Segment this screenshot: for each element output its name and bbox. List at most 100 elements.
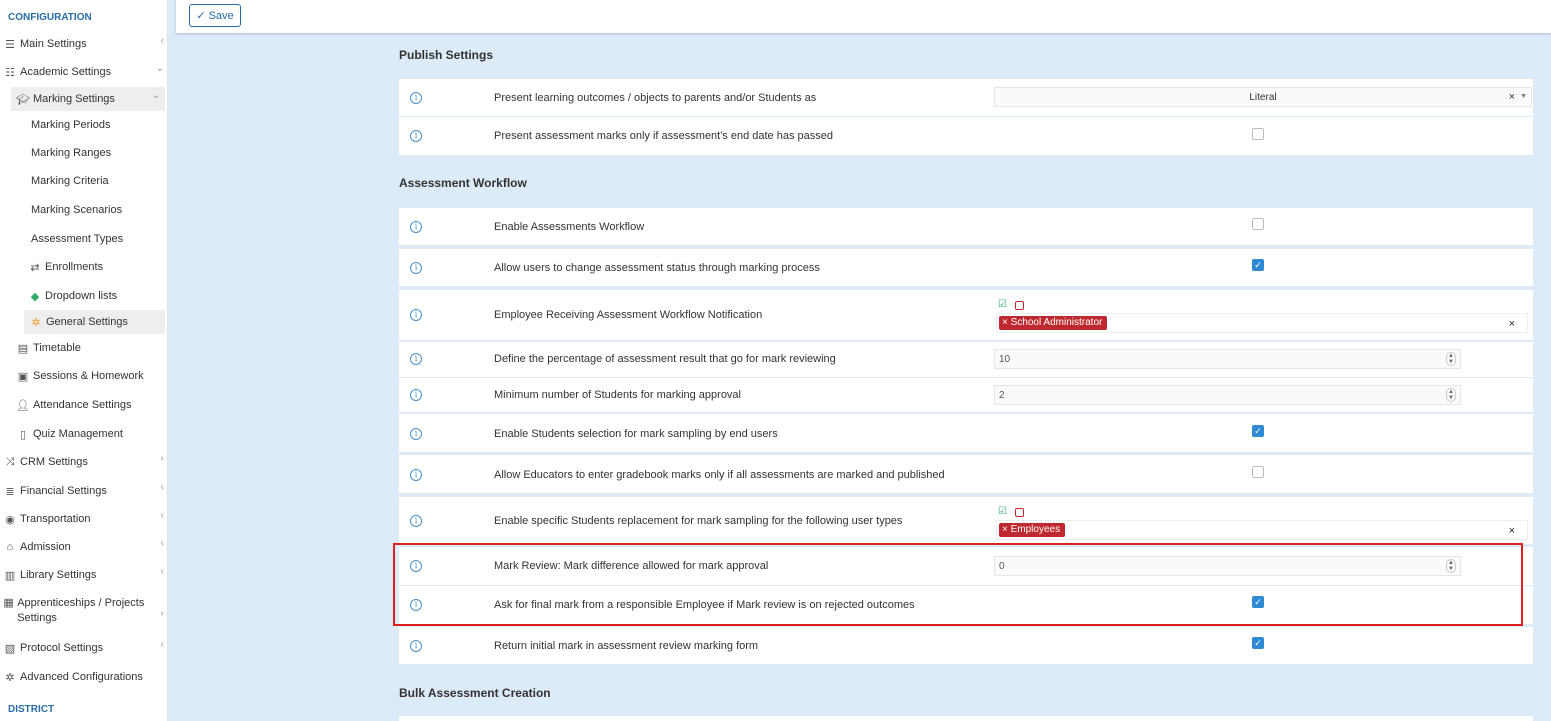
sidebar-item-academic-settings[interactable]: ☷ Academic Settings ⌄ bbox=[0, 60, 167, 84]
sidebar-item-apprenticeships-projects[interactable]: ▦ Apprenticeships / Projects Settings ‹ bbox=[0, 592, 164, 628]
sidebar-item-advanced-configurations[interactable]: ✲ Advanced Configurations bbox=[0, 665, 167, 689]
sidebar-item-quiz-management[interactable]: ▯ Quiz Management ‹ bbox=[0, 422, 167, 446]
sidebar-item-label: Apprenticeships / Projects Settings bbox=[17, 597, 145, 624]
outcomes-presentation-select[interactable]: Literal × ▼ bbox=[994, 87, 1532, 107]
sidebar-item-assessment-types[interactable]: Assessment Types bbox=[0, 227, 167, 251]
chevron-down-icon: ⌄ bbox=[155, 63, 164, 74]
sidebar-item-attendance-settings[interactable]: 👤︎ Attendance Settings ‹ bbox=[0, 393, 167, 417]
info-icon[interactable]: i bbox=[410, 515, 422, 527]
sidebar-item-main-settings[interactable]: ☰ Main Settings ‹ bbox=[0, 32, 167, 56]
sidebar-item-crm-settings[interactable]: ⤨ CRM Settings ‹ bbox=[0, 450, 167, 474]
setting-row: i Employee Receiving Assessment Workflow… bbox=[399, 290, 1533, 340]
info-icon[interactable]: i bbox=[410, 130, 422, 142]
tag-label: Employees bbox=[1010, 524, 1061, 535]
chevron-left-icon: ‹ bbox=[160, 639, 164, 650]
replacement-user-types-multiselect[interactable]: × Employees × bbox=[996, 520, 1528, 540]
return-initial-mark-checkbox[interactable]: ✓ bbox=[1252, 637, 1264, 649]
section-title-publish: Publish Settings bbox=[399, 48, 494, 62]
sidebar-item-label: Marking Criteria bbox=[31, 175, 109, 187]
setting-label: Define the percentage of assessment resu… bbox=[494, 353, 836, 365]
clear-icon[interactable]: × bbox=[1509, 525, 1515, 537]
setting-row: i Present assessment marks only if asses… bbox=[399, 117, 1533, 155]
sidebar-item-marking-ranges[interactable]: Marking Ranges bbox=[0, 141, 167, 165]
sidebar-item-general-settings[interactable]: ✲ General Settings bbox=[24, 310, 165, 334]
sidebar-item-marking-settings[interactable]: 🎓︎ Marking Settings ⌄ bbox=[11, 87, 165, 111]
deselect-all-icon[interactable] bbox=[1014, 508, 1024, 517]
change-status-checkbox[interactable]: ✓ bbox=[1252, 259, 1264, 271]
min-students-input[interactable]: 2 ▲ ▼ bbox=[994, 385, 1461, 405]
info-icon[interactable]: i bbox=[410, 428, 422, 440]
bus-icon: ◉ bbox=[5, 513, 15, 526]
section-title-bulk: Bulk Assessment Creation bbox=[399, 686, 551, 700]
sidebar-item-label: Marking Settings bbox=[33, 93, 115, 105]
notification-employees-multiselect[interactable]: × School Administrator × bbox=[996, 313, 1528, 333]
sidebar-item-label: Enrollments bbox=[45, 261, 104, 273]
setting-label: Present learning outcomes / objects to p… bbox=[494, 92, 817, 104]
setting-row: i Enable Students selection for mark sam… bbox=[399, 414, 1533, 452]
sidebar-item-sessions-homework[interactable]: ▣ Sessions & Homework ‹ bbox=[0, 364, 167, 388]
info-icon[interactable]: i bbox=[410, 353, 422, 365]
select-actions: ☑ bbox=[998, 299, 1024, 310]
sidebar-item-marking-scenarios[interactable]: Marking Scenarios bbox=[0, 198, 167, 222]
save-button-label: Save bbox=[208, 9, 234, 22]
spinner-icon[interactable]: ▲ ▼ bbox=[1446, 388, 1456, 402]
info-icon[interactable]: i bbox=[410, 309, 422, 321]
sidebar-item-label: Financial Settings bbox=[20, 485, 107, 497]
sidebar-item-label: CRM Settings bbox=[20, 456, 88, 468]
info-icon[interactable]: i bbox=[410, 640, 422, 652]
save-button[interactable]: ✓ Save bbox=[189, 4, 241, 27]
chevron-left-icon: ‹ bbox=[160, 538, 164, 549]
setting-row: i Minimum number of Students for marking… bbox=[399, 378, 1533, 412]
info-icon[interactable]: i bbox=[410, 469, 422, 481]
sidebar-item-label: Marking Scenarios bbox=[31, 204, 123, 216]
sidebar-item-label: Protocol Settings bbox=[20, 642, 104, 654]
setting-label: Enable specific Students replacement for… bbox=[494, 515, 903, 527]
chevron-down-icon[interactable]: ▼ bbox=[1520, 93, 1527, 100]
clear-icon[interactable]: × bbox=[1509, 91, 1515, 103]
input-value: 10 bbox=[999, 354, 1011, 365]
sidebar-item-timetable[interactable]: ▤ Timetable ‹ bbox=[0, 336, 167, 360]
review-percentage-input[interactable]: 10 ▲ ▼ bbox=[994, 349, 1461, 369]
sliders-icon: ☰ bbox=[5, 38, 15, 51]
sidebar-item-library-settings[interactable]: ▥ Library Settings ‹ bbox=[0, 563, 167, 587]
highlight-box bbox=[393, 543, 1523, 626]
setting-row bbox=[399, 716, 1533, 721]
sidebar-item-marking-criteria[interactable]: Marking Criteria bbox=[0, 169, 167, 193]
clear-icon[interactable]: × bbox=[1509, 318, 1515, 330]
setting-label: Minimum number of Students for marking a… bbox=[494, 389, 741, 401]
layers-icon: ◆ bbox=[30, 290, 40, 303]
sidebar-item-label: Quiz Management bbox=[33, 428, 123, 440]
user-clock-icon: 👤︎ bbox=[16, 399, 30, 412]
setting-label: Enable Students selection for mark sampl… bbox=[494, 428, 778, 440]
sidebar-item-label: Library Settings bbox=[20, 569, 97, 581]
end-date-checkbox[interactable] bbox=[1252, 128, 1264, 140]
sidebar-item-financial-settings[interactable]: ≣ Financial Settings ‹ bbox=[0, 479, 167, 503]
gradebook-marks-checkbox[interactable] bbox=[1252, 466, 1264, 478]
info-icon[interactable]: i bbox=[410, 92, 422, 104]
students-selection-checkbox[interactable]: ✓ bbox=[1252, 425, 1264, 437]
select-value: Literal bbox=[1249, 92, 1277, 103]
sidebar-item-marking-periods[interactable]: Marking Periods bbox=[0, 113, 167, 137]
sidebar-item-admission[interactable]: ⌂ Admission ‹ bbox=[0, 535, 167, 559]
sidebar-item-dropdown-lists[interactable]: ◆ Dropdown lists bbox=[0, 284, 167, 308]
chevron-left-icon: ‹ bbox=[160, 453, 164, 464]
building-icon: ⌂ bbox=[6, 541, 14, 553]
sidebar-item-protocol-settings[interactable]: ▧ Protocol Settings ‹ bbox=[0, 636, 167, 660]
enable-workflow-checkbox[interactable] bbox=[1252, 218, 1264, 230]
info-icon[interactable]: i bbox=[410, 262, 422, 274]
sidebar-item-label: Advanced Configurations bbox=[20, 671, 143, 683]
spinner-icon[interactable]: ▲ ▼ bbox=[1446, 352, 1456, 366]
box-icon: ▦ bbox=[3, 597, 14, 609]
protocol-icon: ▧ bbox=[4, 642, 16, 655]
sidebar-item-transportation[interactable]: ◉ Transportation ‹ bbox=[0, 507, 167, 531]
sidebar-item-enrollments[interactable]: ⇄ Enrollments ‹ bbox=[0, 255, 167, 279]
sidebar-item-label: Timetable bbox=[33, 342, 81, 354]
sidebar-item-label: Main Settings bbox=[20, 38, 87, 50]
select-all-icon[interactable]: ☑ bbox=[998, 506, 1007, 517]
chevron-left-icon: ‹ bbox=[160, 510, 164, 521]
deselect-all-icon[interactable] bbox=[1014, 301, 1024, 310]
info-icon[interactable]: i bbox=[410, 389, 422, 401]
select-all-icon[interactable]: ☑ bbox=[998, 299, 1007, 310]
info-icon[interactable]: i bbox=[410, 221, 422, 233]
sidebar-item-label: Assessment Types bbox=[31, 233, 124, 245]
